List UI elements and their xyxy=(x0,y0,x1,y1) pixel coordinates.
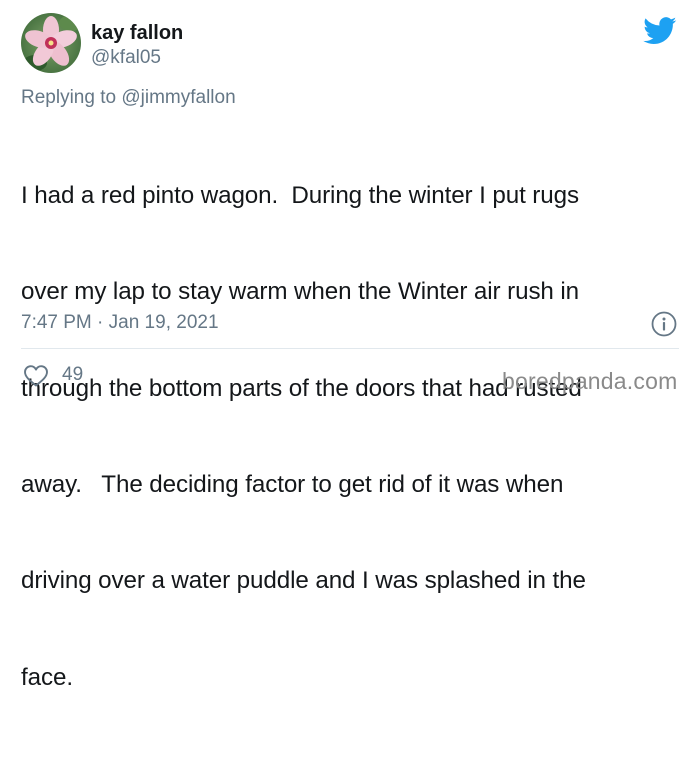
like-count[interactable]: 49 xyxy=(62,363,83,387)
tweet-text-line: over my lap to stay warm when the Winter… xyxy=(21,278,580,306)
tweet-text: I had a red pinto wagon. During the wint… xyxy=(21,116,686,758)
reply-context: Replying to @jimmyfallon xyxy=(21,86,236,110)
watermark: boredpanda.com xyxy=(502,368,678,394)
reply-mention-link[interactable]: @jimmyfallon xyxy=(121,87,235,108)
author-display-name[interactable]: kay fallon xyxy=(91,21,183,45)
avatar[interactable] xyxy=(21,13,81,73)
info-icon[interactable] xyxy=(651,311,677,337)
twitter-bird-icon[interactable] xyxy=(643,17,677,45)
heart-icon[interactable] xyxy=(23,364,49,388)
tweet-text-line: face. xyxy=(21,663,73,691)
tweet-text-line: driving over a water puddle and I was sp… xyxy=(21,567,586,595)
tweet-text-line: I had a red pinto wagon. During the wint… xyxy=(21,182,579,210)
tweet-timestamp[interactable]: 7:47 PM · Jan 19, 2021 xyxy=(21,310,219,336)
author-handle[interactable]: @kfal05 xyxy=(91,46,161,70)
reply-prefix: Replying to xyxy=(21,87,117,108)
tweet-card: kay fallon @kfal05 Replying to @jimmyfal… xyxy=(0,0,700,691)
avatar-flower-image xyxy=(21,13,81,73)
tweet-text-line: away. The deciding factor to get rid of … xyxy=(21,471,564,499)
divider xyxy=(21,348,679,349)
